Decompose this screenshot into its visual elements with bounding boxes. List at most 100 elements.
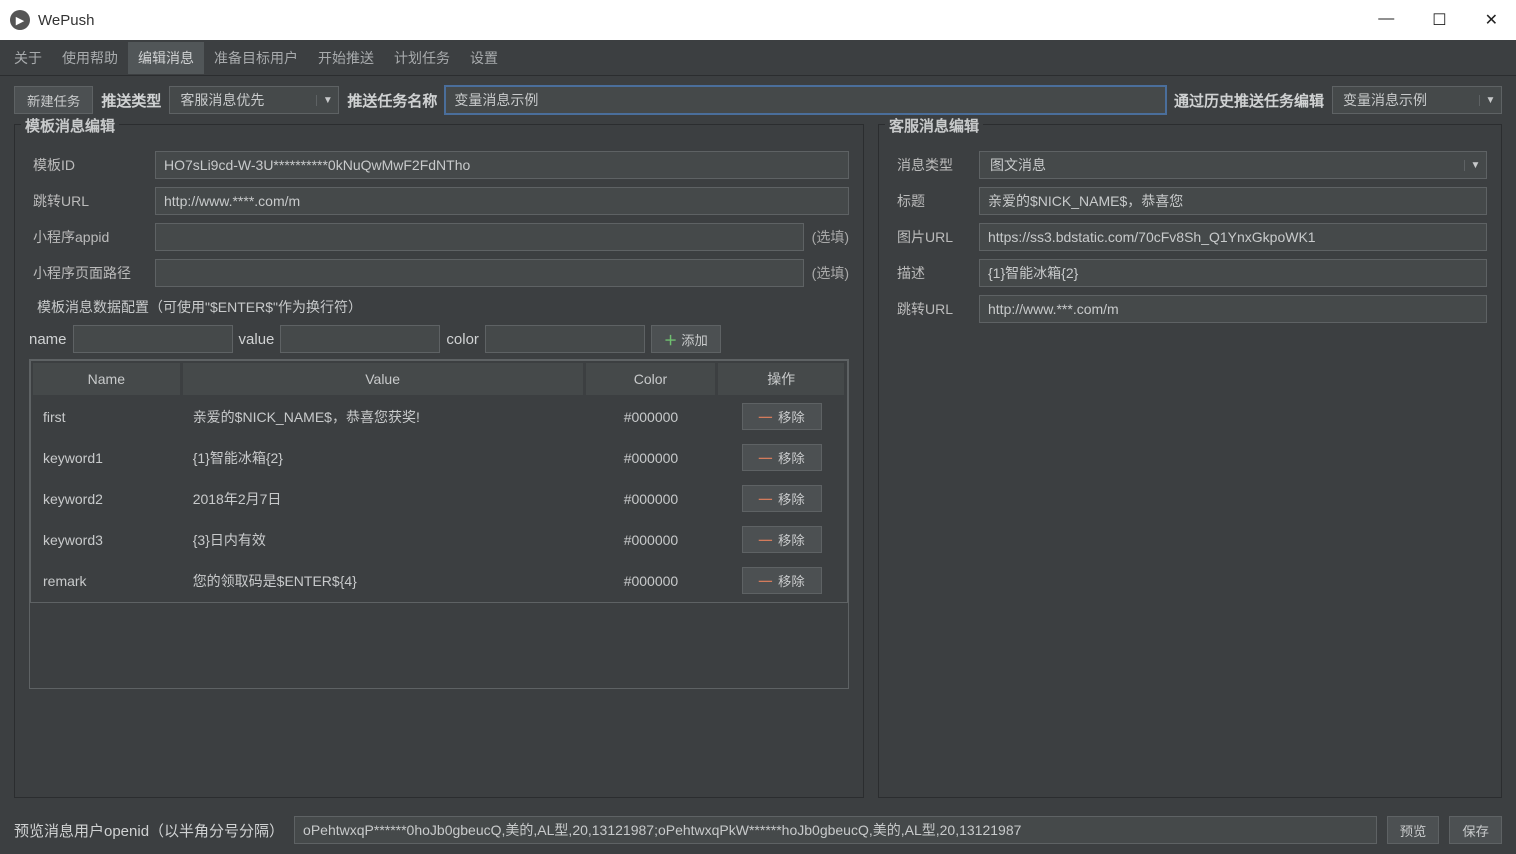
miniapp-id-label: 小程序appid <box>29 227 155 247</box>
remove-button-label: 移除 <box>778 530 805 549</box>
chevron-down-icon: ▼ <box>1479 95 1501 106</box>
cell-ops: —移除 <box>718 561 845 600</box>
cell-ops: — 移除 <box>718 479 845 518</box>
preview-openid-label: 预览消息用户openid（以半角分号分隔） <box>14 820 284 841</box>
minimize-icon[interactable]: — <box>1378 10 1394 30</box>
cs-redirect-url-label: 跳转URL <box>893 299 979 319</box>
remove-button[interactable]: — 移除 <box>742 526 822 553</box>
cell-name: keyword2 <box>33 479 181 518</box>
cell-name: keyword1 <box>33 438 181 477</box>
add-name-input[interactable] <box>73 325 233 353</box>
template-data-table: Name Value Color 操作 first亲爱的$NICK_NAME$，… <box>30 360 848 603</box>
cell-ops: — 移除 <box>718 520 845 559</box>
menu-prepare-users[interactable]: 准备目标用户 <box>204 42 308 74</box>
history-value: 变量消息示例 <box>1333 90 1479 110</box>
template-id-label: 模板ID <box>29 155 155 175</box>
history-select[interactable]: 变量消息示例 ▼ <box>1332 86 1502 114</box>
desc-input[interactable] <box>979 259 1487 287</box>
add-name-label: name <box>29 331 67 348</box>
miniapp-path-input[interactable] <box>155 259 804 287</box>
main-content: 模板消息编辑 模板ID 跳转URL 小程序appid (选填) 小程序页面路径 … <box>0 124 1516 808</box>
task-name-label: 推送任务名称 <box>347 90 437 111</box>
menubar: 关于 使用帮助 编辑消息 准备目标用户 开始推送 计划任务 设置 <box>0 40 1516 76</box>
customer-panel-title: 客服消息编辑 <box>885 115 983 136</box>
desc-label: 描述 <box>893 263 979 283</box>
table-header-row: Name Value Color 操作 <box>33 363 845 395</box>
add-button-label: 添加 <box>681 330 708 349</box>
cell-ops: — 移除 <box>718 438 845 477</box>
menu-start-push[interactable]: 开始推送 <box>308 42 384 74</box>
add-button[interactable]: ＋添加 <box>651 325 721 353</box>
remove-button[interactable]: — 移除 <box>742 403 822 430</box>
chevron-down-icon: ▼ <box>1464 160 1486 171</box>
remove-button-label: 移除 <box>778 489 805 508</box>
template-panel-title: 模板消息编辑 <box>21 115 119 136</box>
menu-help[interactable]: 使用帮助 <box>52 42 128 74</box>
miniapp-id-input[interactable] <box>155 223 804 251</box>
new-task-button[interactable]: 新建任务 <box>14 86 93 114</box>
remove-button-label: 移除 <box>778 407 805 426</box>
remove-button[interactable]: — 移除 <box>742 485 822 512</box>
msg-type-value: 图文消息 <box>980 155 1464 175</box>
img-url-label: 图片URL <box>893 227 979 247</box>
miniapp-path-hint: (选填) <box>812 263 849 283</box>
add-color-label: color <box>446 331 479 348</box>
cell-value: 亲爱的$NICK_NAME$，恭喜您获奖! <box>183 397 584 436</box>
col-name: Name <box>33 363 181 395</box>
push-type-select[interactable]: 客服消息优先 ▼ <box>169 86 339 114</box>
miniapp-path-label: 小程序页面路径 <box>29 263 155 283</box>
remove-button-label: 移除 <box>778 448 805 467</box>
add-color-input[interactable] <box>485 325 645 353</box>
table-row: keyword3{3}日内有效#000000—移除 <box>33 520 845 559</box>
miniapp-id-hint: (选填) <box>812 227 849 247</box>
minus-icon: — <box>759 450 772 465</box>
template-data-table-wrap: Name Value Color 操作 first亲爱的$NICK_NAME$，… <box>29 359 849 689</box>
table-row: keyword1{1}智能冰箱{2}#000000 — 移除 <box>33 438 845 477</box>
maximize-icon[interactable]: ☐ <box>1432 10 1446 30</box>
data-config-title: 模板消息数据配置（可使用"$ENTER$"作为换行符） <box>37 297 849 317</box>
customer-message-panel: 客服消息编辑 消息类型 图文消息 ▼ 标题 图片URL 描述 跳转URL <box>878 124 1502 798</box>
app-title: WePush <box>38 12 94 29</box>
minus-icon: — <box>759 409 772 424</box>
cs-redirect-url-input[interactable] <box>979 295 1487 323</box>
template-id-input[interactable] <box>155 151 849 179</box>
push-type-value: 客服消息优先 <box>170 90 316 110</box>
redirect-url-label: 跳转URL <box>29 191 155 211</box>
col-ops: 操作 <box>718 363 845 395</box>
cell-name: keyword3 <box>33 520 181 559</box>
template-message-panel: 模板消息编辑 模板ID 跳转URL 小程序appid (选填) 小程序页面路径 … <box>14 124 864 798</box>
cell-value: 您的领取码是$ENTER${4} <box>183 561 584 600</box>
img-url-input[interactable] <box>979 223 1487 251</box>
preview-openid-input[interactable] <box>294 816 1377 844</box>
task-name-input[interactable] <box>445 86 1166 114</box>
col-value: Value <box>183 363 584 395</box>
table-row: remark您的领取码是$ENTER${4}#000000—移除 <box>33 561 845 600</box>
remove-button[interactable]: —移除 <box>742 567 822 594</box>
add-value-input[interactable] <box>280 325 440 353</box>
remove-button[interactable]: — 移除 <box>742 444 822 471</box>
menu-edit-message[interactable]: 编辑消息 <box>128 42 204 74</box>
cell-value: {1}智能冰箱{2} <box>183 438 584 477</box>
push-type-label: 推送类型 <box>101 90 161 111</box>
menu-schedule[interactable]: 计划任务 <box>384 42 460 74</box>
close-icon[interactable]: ✕ <box>1485 10 1498 30</box>
redirect-url-input[interactable] <box>155 187 849 215</box>
table-row: first亲爱的$NICK_NAME$，恭喜您获奖!#000000—移除 <box>33 397 845 436</box>
cell-color: #000000 <box>586 520 717 559</box>
window-titlebar: ▶ WePush — ☐ ✕ <box>0 0 1516 40</box>
menu-about[interactable]: 关于 <box>4 42 52 74</box>
minus-icon: — <box>759 532 772 547</box>
cs-title-label: 标题 <box>893 191 979 211</box>
cs-title-input[interactable] <box>979 187 1487 215</box>
toolbar: 新建任务 推送类型 客服消息优先 ▼ 推送任务名称 通过历史推送任务编辑 变量消… <box>0 76 1516 124</box>
history-edit-label: 通过历史推送任务编辑 <box>1174 90 1324 111</box>
plus-icon: ＋ <box>664 330 677 349</box>
menu-settings[interactable]: 设置 <box>460 42 508 74</box>
cell-color: #000000 <box>586 397 717 436</box>
save-button[interactable]: 保存 <box>1449 816 1502 844</box>
preview-button[interactable]: 预览 <box>1387 816 1440 844</box>
msg-type-select[interactable]: 图文消息 ▼ <box>979 151 1487 179</box>
cell-color: #000000 <box>586 479 717 518</box>
cell-color: #000000 <box>586 438 717 477</box>
minus-icon: — <box>759 491 772 506</box>
